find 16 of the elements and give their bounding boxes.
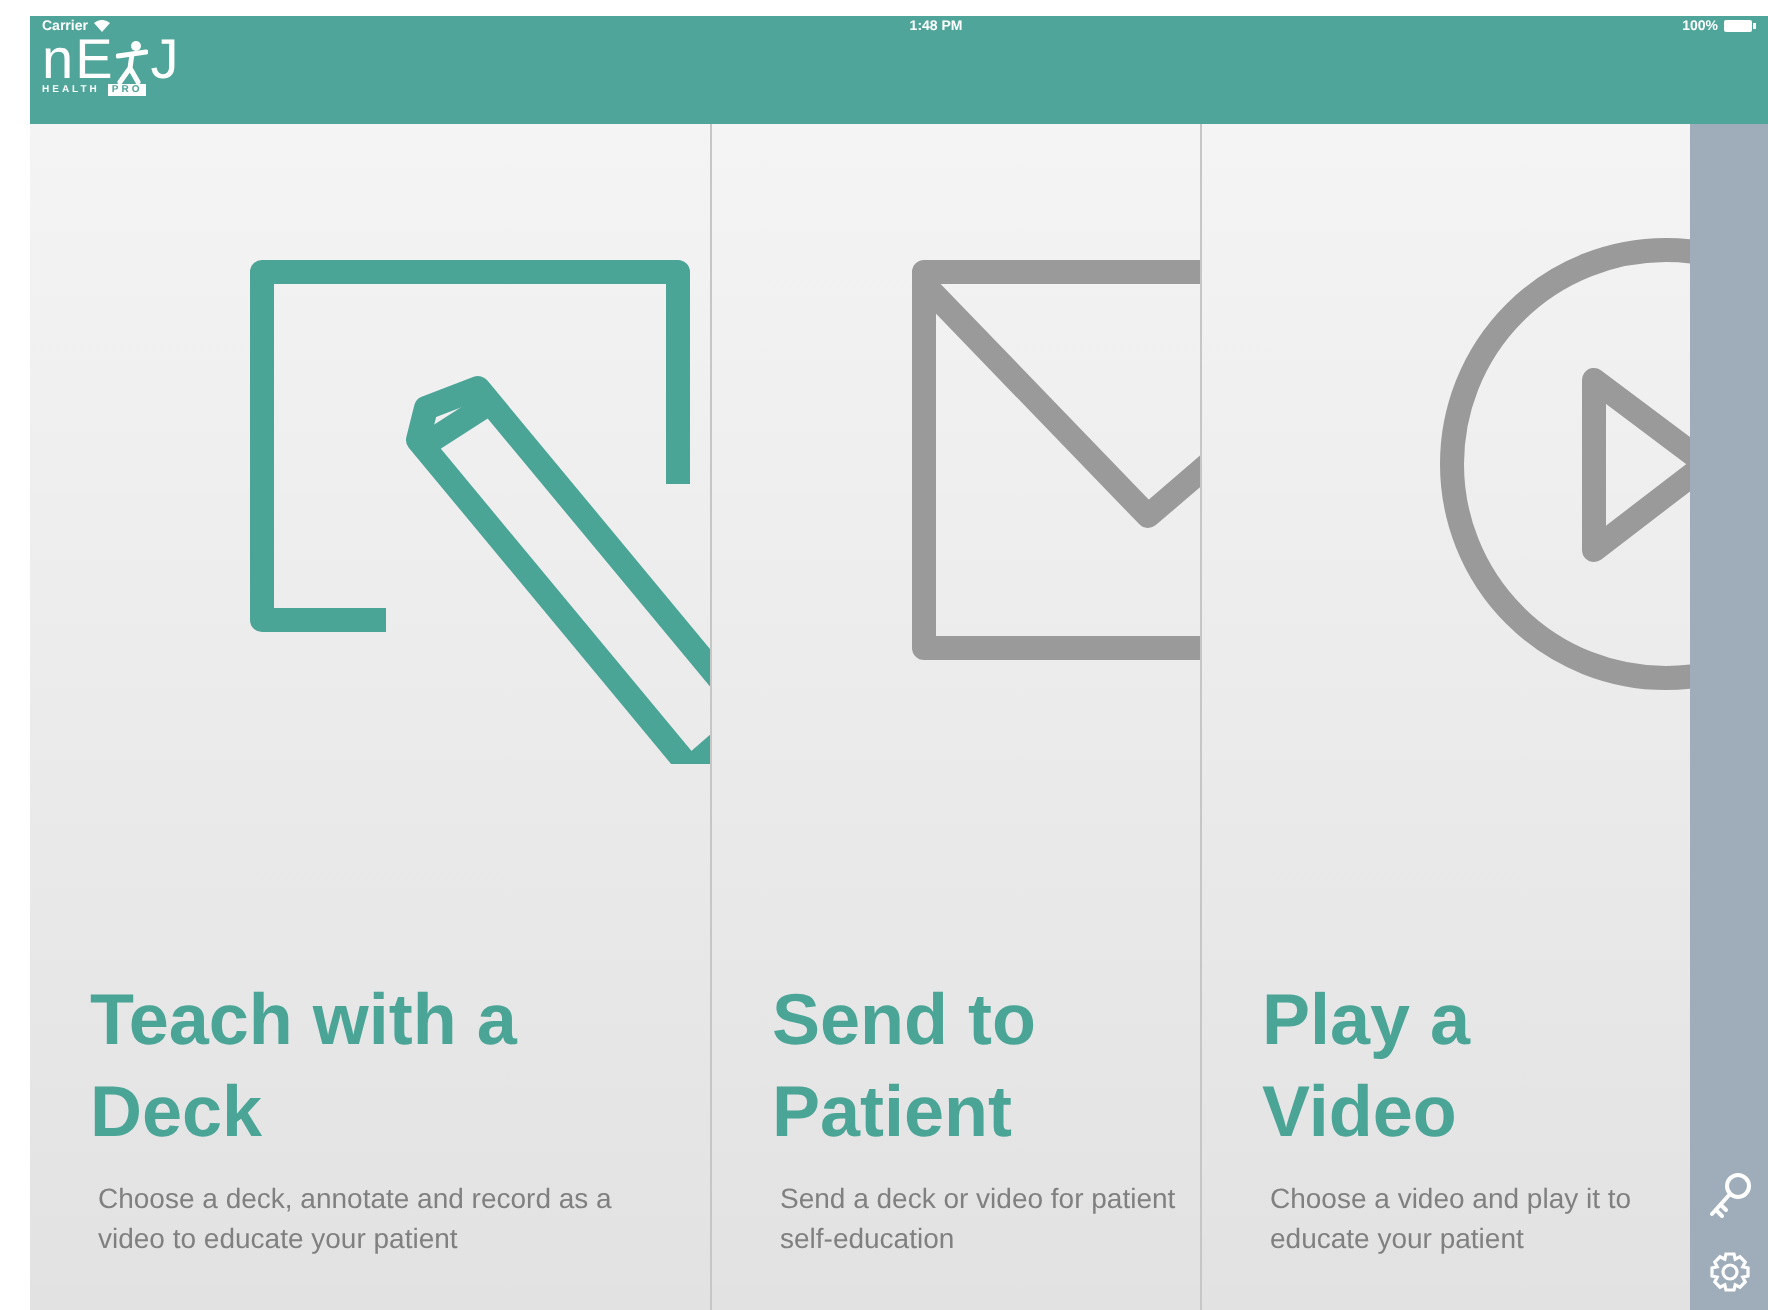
card-description: Send a deck or video for patient self-education (778, 1180, 1178, 1258)
menu-card[interactable]: Play a Video Choose a video and play it to educate your patient (1200, 124, 1690, 1310)
card-description: Choose a video and play it to educate your patient (1268, 1180, 1634, 1258)
card-title: Teach with a Deck (90, 976, 520, 1156)
logo-wordmark: nE (42, 36, 115, 84)
card-title: Send to Patient (772, 976, 1038, 1156)
key-icon[interactable] (1705, 1170, 1753, 1222)
battery-icon (1724, 20, 1756, 32)
figure-icon (116, 40, 149, 84)
menu-card[interactable]: Teach with a Deck Choose a deck, annotate and record as a video to educate your patient (30, 124, 710, 1310)
logo-wordmark: J (150, 36, 181, 84)
card-title: Play a Video (1262, 976, 1473, 1156)
wifi-icon (93, 20, 110, 32)
settings-icon[interactable] (1707, 1250, 1751, 1294)
menu-card[interactable]: Send to Patient Send a deck or video for patient self-education (710, 124, 1200, 1310)
card-description: Choose a deck, annotate and record as a video to educate your patient (96, 1180, 614, 1258)
